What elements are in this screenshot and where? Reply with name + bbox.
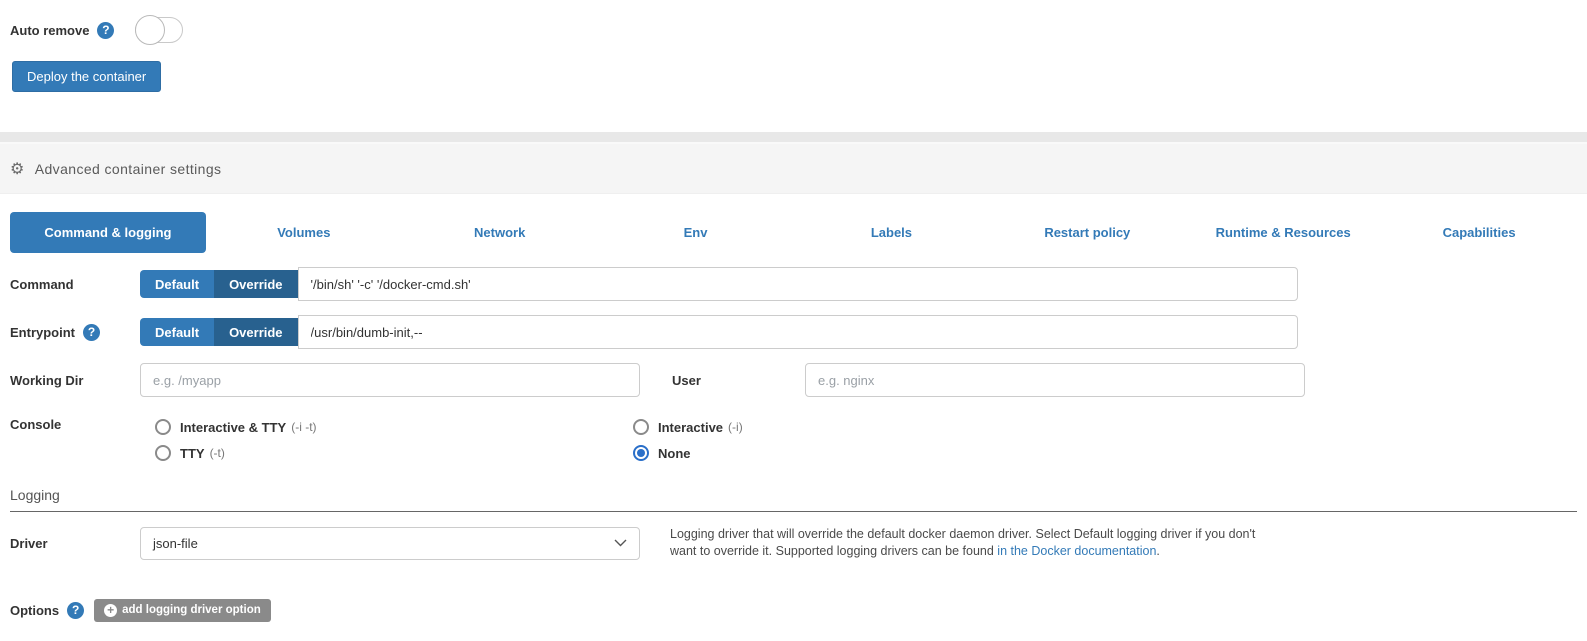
driver-help-before: Logging driver that will override the de… (670, 527, 1255, 558)
working-dir-label-cell: Working Dir (10, 373, 140, 388)
entrypoint-mode-group: Default Override (140, 318, 298, 346)
command-row: Command Default Override (10, 267, 1577, 301)
advanced-settings-content: Command & logging Volumes Network Env La… (0, 212, 1587, 622)
console-radio-tty[interactable]: TTY (-t) (155, 445, 633, 461)
command-label: Command (10, 277, 74, 292)
user-label-cell: User (672, 373, 805, 388)
add-logging-driver-option-label: add logging driver option (122, 604, 261, 616)
command-label-cell: Command (10, 277, 140, 292)
tab-bar: Command & logging Volumes Network Env La… (10, 212, 1577, 253)
options-row: Options ? + add logging driver option (10, 599, 1577, 622)
radio-icon (155, 445, 171, 461)
entrypoint-label: Entrypoint (10, 325, 75, 340)
tab-runtime-resources[interactable]: Runtime & Resources (1185, 212, 1381, 253)
plus-circle-icon: + (104, 604, 117, 617)
auto-remove-toggle[interactable] (135, 17, 183, 43)
driver-label-cell: Driver (10, 536, 140, 551)
command-mode-group: Default Override (140, 270, 298, 298)
entrypoint-label-cell: Entrypoint ? (10, 324, 140, 341)
workingdir-user-row: Working Dir User (10, 363, 1577, 397)
radio-checked-icon (633, 445, 649, 461)
advanced-settings-header: ⚙ Advanced container settings (0, 144, 1587, 194)
entrypoint-help-icon[interactable]: ? (83, 324, 100, 341)
deploy-button[interactable]: Deploy the container (12, 61, 161, 92)
driver-help-text: Logging driver that will override the de… (670, 526, 1285, 561)
user-label: User (672, 373, 701, 388)
logging-section-title: Logging (10, 487, 60, 503)
docker-documentation-link[interactable]: in the Docker documentation (997, 544, 1156, 558)
entrypoint-default-button[interactable]: Default (140, 318, 214, 346)
console-radio-interactive[interactable]: Interactive (-i) (633, 419, 743, 435)
toggle-knob-icon (135, 15, 165, 45)
add-logging-driver-option-button[interactable]: + add logging driver option (94, 599, 271, 622)
page: Auto remove ? Deploy the container ⚙ Adv… (0, 0, 1587, 622)
options-help-icon[interactable]: ? (67, 602, 84, 619)
working-dir-label: Working Dir (10, 373, 83, 388)
console-radio-interactive-tty[interactable]: Interactive & TTY (-i -t) (155, 419, 633, 435)
entrypoint-row: Entrypoint ? Default Override (10, 315, 1577, 349)
deploy-section: Auto remove ? Deploy the container (0, 0, 1587, 92)
user-input[interactable] (805, 363, 1305, 397)
logging-section-header: Logging (10, 487, 1577, 512)
driver-select-value: json-file (153, 536, 198, 551)
tab-network[interactable]: Network (402, 212, 598, 253)
gear-icon: ⚙ (10, 159, 25, 179)
driver-help-after: . (1156, 544, 1159, 558)
tab-volumes[interactable]: Volumes (206, 212, 402, 253)
command-default-button[interactable]: Default (140, 270, 214, 298)
entrypoint-override-button[interactable]: Override (214, 318, 297, 346)
console-radio-none[interactable]: None (633, 445, 743, 461)
console-label: Console (10, 417, 61, 432)
console-row: Console Interactive & TTY (-i -t) Intera… (10, 417, 1577, 461)
console-label-cell: Console (10, 417, 140, 432)
auto-remove-label: Auto remove (10, 23, 89, 38)
options-label: Options (10, 603, 59, 618)
tab-capabilities[interactable]: Capabilities (1381, 212, 1577, 253)
tab-restart-policy[interactable]: Restart policy (989, 212, 1185, 253)
driver-row: Driver json-file Logging driver that wil… (10, 526, 1577, 561)
driver-label: Driver (10, 536, 48, 551)
auto-remove-row: Auto remove ? (10, 14, 1577, 46)
command-input[interactable] (298, 267, 1298, 301)
section-divider (0, 132, 1587, 144)
tab-command-logging[interactable]: Command & logging (10, 212, 206, 253)
command-override-button[interactable]: Override (214, 270, 297, 298)
radio-icon (155, 419, 171, 435)
section-title: Advanced container settings (35, 161, 222, 177)
auto-remove-help-icon[interactable]: ? (97, 22, 114, 39)
entrypoint-input[interactable] (298, 315, 1298, 349)
console-options: Interactive & TTY (-i -t) Interactive (-… (140, 417, 743, 461)
tab-env[interactable]: Env (598, 212, 794, 253)
tab-labels[interactable]: Labels (794, 212, 990, 253)
driver-select[interactable]: json-file (140, 527, 640, 560)
chevron-down-icon (614, 539, 627, 547)
radio-icon (633, 419, 649, 435)
working-dir-input[interactable] (140, 363, 640, 397)
